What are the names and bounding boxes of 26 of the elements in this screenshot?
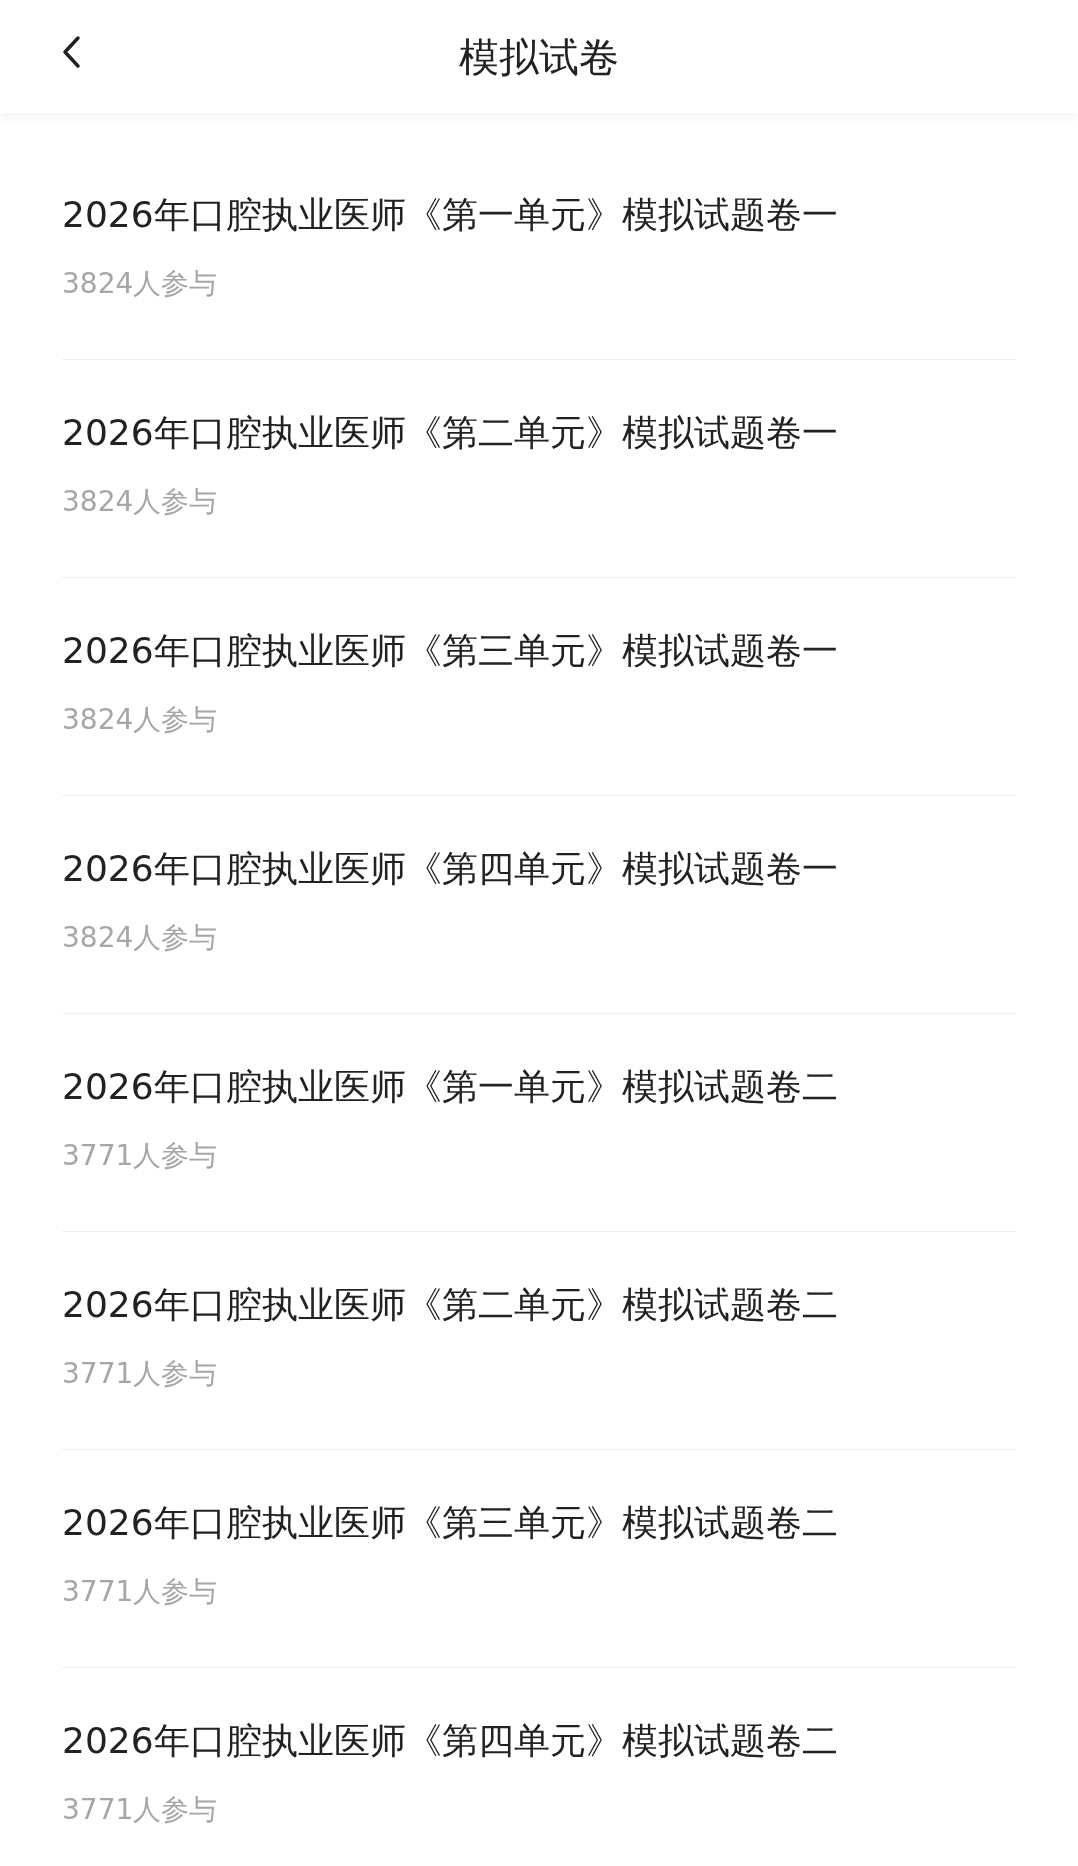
paper-list-item[interactable]: 2026年口腔执业医师《第四单元》模拟试题卷一 3824人参与 — [62, 796, 1016, 1014]
paper-title: 2026年口腔执业医师《第四单元》模拟试题卷二 — [62, 1719, 839, 1763]
paper-list-item[interactable]: 2026年口腔执业医师《第一单元》模拟试题卷二 3771人参与 — [62, 1014, 1016, 1232]
paper-title: 2026年口腔执业医师《第一单元》模拟试题卷一 — [62, 193, 839, 237]
participant-count: 3824人参与 — [62, 485, 219, 519]
paper-title: 2026年口腔执业医师《第二单元》模拟试题卷二 — [62, 1283, 839, 1327]
paper-list-item[interactable]: 2026年口腔执业医师《第二单元》模拟试题卷二 3771人参与 — [62, 1232, 1016, 1450]
back-icon — [61, 35, 81, 69]
participant-count: 3771人参与 — [62, 1357, 219, 1391]
paper-list-item[interactable]: 2026年口腔执业医师《第二单元》模拟试题卷一 3824人参与 — [62, 360, 1016, 578]
participant-count: 3824人参与 — [62, 267, 219, 301]
paper-title: 2026年口腔执业医师《第一单元》模拟试题卷二 — [62, 1065, 839, 1109]
paper-list-item[interactable]: 2026年口腔执业医师《第四单元》模拟试题卷二 3771人参与 — [62, 1668, 1016, 1866]
paper-title: 2026年口腔执业医师《第四单元》模拟试题卷一 — [62, 847, 839, 891]
paper-list-item[interactable]: 2026年口腔执业医师《第一单元》模拟试题卷一 3824人参与 — [62, 142, 1016, 360]
paper-list-item[interactable]: 2026年口腔执业医师《第三单元》模拟试题卷一 3824人参与 — [62, 578, 1016, 796]
paper-title: 2026年口腔执业医师《第三单元》模拟试题卷一 — [62, 629, 839, 673]
page-title: 模拟试卷 — [459, 36, 619, 77]
participant-count: 3771人参与 — [62, 1575, 219, 1609]
participant-count: 3771人参与 — [62, 1139, 219, 1173]
paper-list-item[interactable]: 2026年口腔执业医师《第三单元》模拟试题卷二 3771人参与 — [62, 1450, 1016, 1668]
participant-count: 3824人参与 — [62, 921, 219, 955]
paper-title: 2026年口腔执业医师《第二单元》模拟试题卷一 — [62, 411, 839, 455]
paper-title: 2026年口腔执业医师《第三单元》模拟试题卷二 — [62, 1501, 839, 1545]
participant-count: 3771人参与 — [62, 1793, 219, 1827]
participant-count: 3824人参与 — [62, 703, 219, 737]
